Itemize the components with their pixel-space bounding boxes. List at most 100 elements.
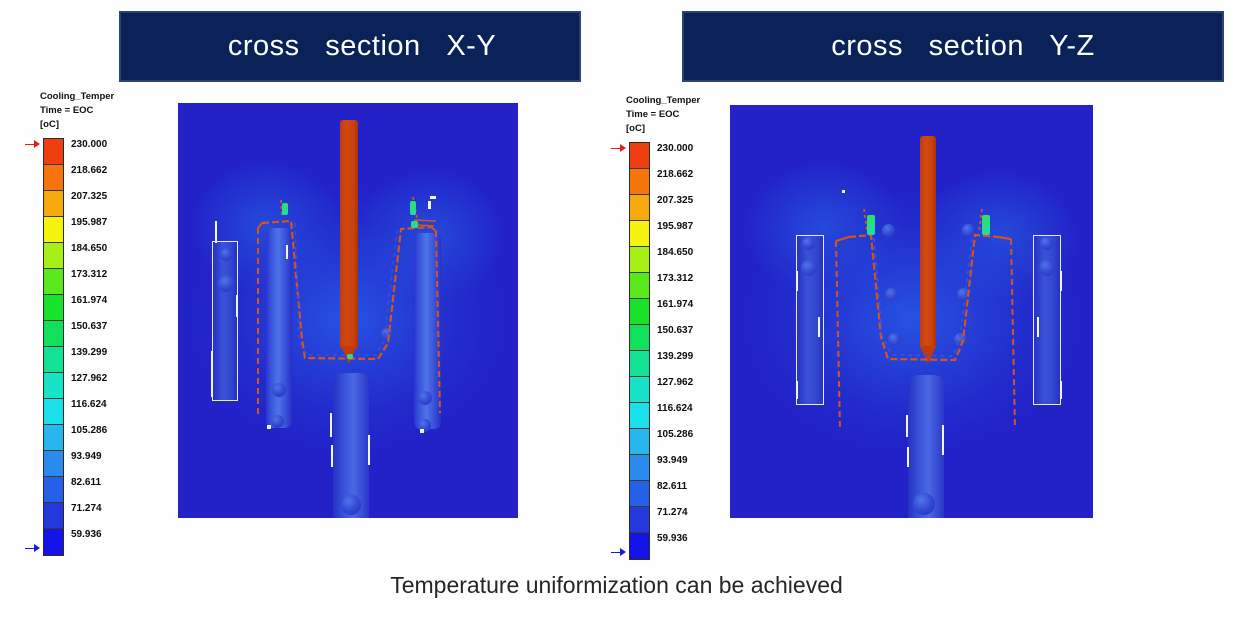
- colorbar-tick-label: 173.312: [657, 272, 694, 284]
- colorbar-band: [44, 294, 63, 321]
- hotspot-left: [867, 215, 875, 235]
- colorbar-tick-labels: 230.000 218.662 207.325 195.987 184.650 173.3…: [71, 138, 107, 554]
- colorbar-bands: [629, 141, 650, 560]
- colorbar-band: [630, 428, 649, 455]
- legend-unit-label: [oC]: [626, 123, 645, 134]
- colorbar-tick-label: 82.611: [657, 480, 688, 492]
- marker-speck: [430, 196, 436, 199]
- colorbar-band: [44, 476, 63, 503]
- banner-xy-title: cross section X-Y: [227, 30, 497, 62]
- colorbar-band: [44, 164, 63, 191]
- colorbar-band: [630, 350, 649, 377]
- caption-text: Temperature uniformization can be achiev…: [390, 572, 843, 598]
- colorbar-tick-label: 207.325: [71, 190, 108, 202]
- colorbar-band: [630, 532, 649, 559]
- colorbar-max-arrow-icon: [611, 144, 627, 153]
- colorbar-band: [630, 324, 649, 351]
- colorbar-tick-label: 116.624: [657, 402, 693, 414]
- banner-yz-title: cross section Y-Z: [831, 30, 1095, 62]
- colorbar-tick-label: 207.325: [657, 194, 694, 206]
- colorbar-band: [44, 346, 63, 373]
- colorbar-tick-label: 127.962: [657, 376, 694, 388]
- colorbar-band: [44, 528, 63, 555]
- legend-colorbar-left: 230.000 218.662 207.325 195.987 184.650 173.3…: [25, 137, 190, 556]
- colorbar-band: [44, 242, 63, 269]
- colorbar-band: [630, 376, 649, 403]
- colorbar-band: [44, 398, 63, 425]
- colorbar-tick-label: 184.650: [71, 242, 108, 254]
- colorbar-tick-label: 150.637: [657, 324, 694, 336]
- colorbar-band: [630, 454, 649, 481]
- colorbar-band: [630, 402, 649, 429]
- colorbar-tick-label: 139.299: [71, 346, 108, 358]
- colorbar-tick-label: 71.274: [657, 506, 688, 518]
- colorbar-bands: [43, 137, 64, 556]
- colorbar-band: [630, 246, 649, 273]
- hotspot-left: [282, 203, 288, 215]
- heater-trace-outline: [257, 196, 441, 418]
- banner-cross-section-xy: cross section X-Y: [119, 11, 581, 82]
- legend-variable-label: Cooling_Temper: [40, 91, 115, 102]
- colorbar-tick-label: 105.286: [657, 428, 694, 440]
- colorbar-min-arrow-icon: [25, 544, 41, 553]
- marker-speck: [267, 425, 271, 429]
- colorbar-tick-label: 195.987: [71, 216, 108, 228]
- colorbar-tick-labels: 230.000 218.662 207.325 195.987 184.650 173.3…: [657, 142, 693, 558]
- colorbar-band: [630, 194, 649, 221]
- colorbar-max-arrow-icon: [25, 140, 41, 149]
- colorbar-tick-label: 230.000: [71, 138, 108, 150]
- hotspot-center-bottom: [347, 354, 353, 359]
- legend-variable-label: Cooling_Temper: [626, 95, 701, 106]
- colorbar-tick-label: 93.949: [71, 450, 102, 462]
- colorbar-band: [44, 502, 63, 529]
- colorbar-tick-label: 184.650: [657, 246, 694, 258]
- colorbar-band: [44, 424, 63, 451]
- hotspot-right-2: [411, 221, 418, 228]
- colorbar-band: [44, 268, 63, 295]
- colorbar-band: [44, 372, 63, 399]
- colorbar-tick-label: 82.611: [71, 476, 102, 488]
- colorbar-tick-label: 195.987: [657, 220, 694, 232]
- simulation-image-cross-section-xy: [178, 103, 518, 518]
- heater-trace-outline: [835, 208, 1016, 431]
- hotspot-right: [410, 201, 416, 215]
- marker-speck: [842, 190, 845, 193]
- colorbar-tick-label: 59.936: [657, 532, 688, 544]
- colorbar-tick-label: 71.274: [71, 502, 102, 514]
- marker-speck: [420, 429, 424, 433]
- colorbar-tick-label: 173.312: [71, 268, 108, 280]
- colorbar-tick-label: 161.974: [71, 294, 108, 306]
- colorbar-tick-label: 150.637: [71, 320, 108, 332]
- colorbar-min-arrow-icon: [611, 548, 627, 557]
- colorbar-band: [44, 320, 63, 347]
- colorbar-band: [630, 272, 649, 299]
- colorbar-tick-label: 218.662: [71, 164, 108, 176]
- colorbar-band: [44, 190, 63, 217]
- colorbar-band: [44, 216, 63, 243]
- colorbar-band: [44, 450, 63, 477]
- colorbar-tick-label: 93.949: [657, 454, 688, 466]
- banner-cross-section-yz: cross section Y-Z: [682, 11, 1224, 82]
- colorbar-tick-label: 161.974: [657, 298, 694, 310]
- colorbar-band: [630, 220, 649, 247]
- colorbar-band: [630, 480, 649, 507]
- colorbar-band: [630, 506, 649, 533]
- colorbar-tick-label: 105.286: [71, 424, 108, 436]
- colorbar-tick-label: 127.962: [71, 372, 108, 384]
- simulation-image-cross-section-yz: [730, 105, 1093, 518]
- hotspot-right: [982, 215, 990, 235]
- legend-unit-label: [oC]: [40, 119, 59, 130]
- legend-time-label: Time = EOC: [40, 104, 94, 116]
- colorbar-tick-label: 139.299: [657, 350, 694, 362]
- colorbar-band: [630, 298, 649, 325]
- legend-time-label: Time = EOC: [626, 108, 680, 120]
- colorbar-band: [630, 168, 649, 195]
- legend-left: Cooling_Temper Time = EOC [oC] 230.000 21…: [25, 90, 190, 556]
- colorbar-band: [630, 142, 649, 169]
- marker-speck: [428, 201, 431, 209]
- colorbar-band: [44, 138, 63, 165]
- colorbar-tick-label: 218.662: [657, 168, 694, 180]
- colorbar-tick-label: 230.000: [657, 142, 694, 154]
- colorbar-tick-label: 59.936: [71, 528, 102, 540]
- colorbar-tick-label: 116.624: [71, 398, 107, 410]
